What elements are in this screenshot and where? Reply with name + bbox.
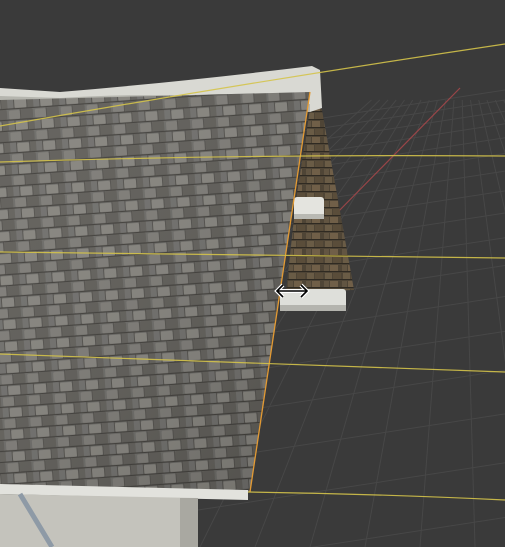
- grid-line: [364, 99, 447, 547]
- roof-shading: [0, 92, 310, 492]
- wall-shadow: [180, 498, 198, 547]
- grid-line: [419, 99, 455, 547]
- horizontal-resize-icon: [274, 283, 310, 299]
- 3d-viewport[interactable]: [0, 0, 505, 547]
- grid-line: [461, 99, 476, 547]
- grid-line: [478, 99, 505, 213]
- grid-line: [470, 99, 505, 363]
- grid-line: [486, 99, 505, 155]
- x-axis-line: [329, 87, 461, 221]
- viewport-canvas[interactable]: [0, 0, 505, 547]
- wall: [0, 494, 198, 547]
- grid-line: [310, 517, 505, 547]
- eave-bracket-upper: [294, 197, 324, 219]
